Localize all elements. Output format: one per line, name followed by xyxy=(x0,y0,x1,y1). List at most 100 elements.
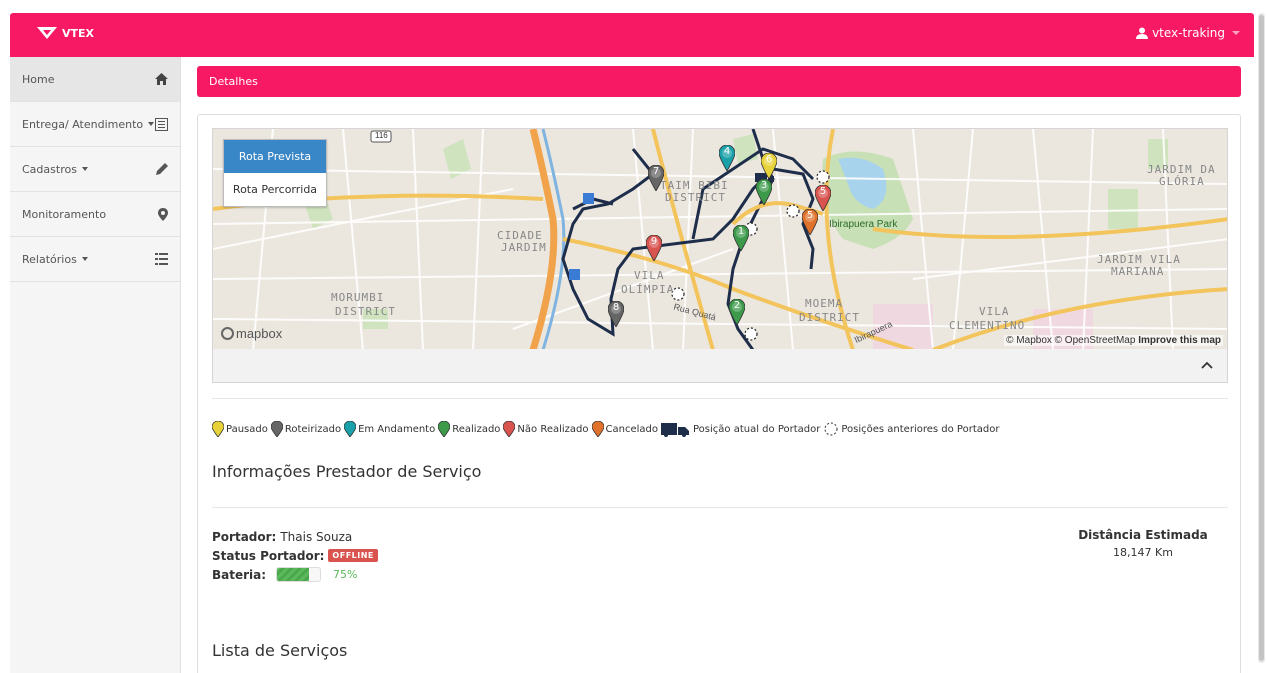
map-label: VILA xyxy=(634,269,665,282)
marker-number: 9 xyxy=(650,236,658,247)
status-row: Status Portador: OFFLINE xyxy=(212,546,378,565)
chevron-down-icon xyxy=(148,122,155,126)
carrier-label: Portador: xyxy=(212,529,277,544)
marker-number: 7 xyxy=(652,166,660,177)
battery-row: Bateria: 75% xyxy=(212,565,378,584)
map-label: Ibirapuera Park xyxy=(829,219,898,230)
chevron-up-icon[interactable] xyxy=(1201,361,1213,369)
page-scrollbar[interactable] xyxy=(1258,13,1265,663)
map-label: MORUMBI xyxy=(331,291,385,304)
mapbox-logo[interactable]: mapbox xyxy=(221,326,282,341)
route-toggle: Rota Prevista Rota Percorrida xyxy=(223,139,327,207)
list-icon xyxy=(155,253,168,265)
legend-item: Roteirizado xyxy=(270,421,342,437)
scrollbar-thumb[interactable] xyxy=(1259,15,1264,661)
battery-label: Bateria: xyxy=(212,567,267,582)
pin-icon xyxy=(438,421,451,437)
user-menu[interactable]: vtex-traking xyxy=(1136,26,1240,40)
map-label: VILA xyxy=(979,305,1010,318)
sidebar-item-label: Home xyxy=(22,72,55,86)
map-marker-5[interactable]: 5 xyxy=(814,184,832,212)
attribution-text: © Mapbox © OpenStreetMap xyxy=(1006,335,1136,346)
legend-item: Posições anteriores do Portador xyxy=(823,421,999,437)
battery-percent: 75% xyxy=(333,568,358,581)
rota-percorrida-button[interactable]: Rota Percorrida xyxy=(224,173,326,206)
status-label: Status Portador: xyxy=(212,548,325,563)
divider xyxy=(212,507,1228,508)
legend-label: Realizado xyxy=(452,423,501,435)
sidebar-item-monitoramento[interactable]: Monitoramento xyxy=(10,192,180,237)
map-marker-8[interactable]: 8 xyxy=(607,300,625,328)
brand-logo[interactable]: VTEX xyxy=(36,26,94,40)
map-label: MOEMA xyxy=(805,297,844,310)
map-label: JARDIM xyxy=(501,241,547,254)
chevron-down-icon xyxy=(1232,31,1240,35)
map-marker-5[interactable]: 5 xyxy=(801,208,819,236)
status-legend: Pausado Roteirizado Em Andamento Realiza… xyxy=(212,421,1002,437)
map-marker-1[interactable]: 1 xyxy=(732,224,750,252)
carrier-name: Thais Souza xyxy=(280,529,353,544)
mapbox-logo-text: mapbox xyxy=(236,326,283,341)
legend-item: Cancelado xyxy=(591,421,658,437)
legend-label: Não Realizado xyxy=(517,423,589,435)
pin-icon xyxy=(270,421,283,437)
map-marker-icon xyxy=(158,207,168,221)
sidebar-item-relatorios[interactable]: Relatórios xyxy=(10,237,180,282)
legend-item: Posição atual do Portador xyxy=(661,421,820,437)
home-icon xyxy=(155,73,168,85)
provider-section-title: Informações Prestador de Serviço xyxy=(212,462,482,481)
user-icon xyxy=(1136,27,1149,39)
map-marker-6[interactable]: 6 xyxy=(760,152,778,180)
chevron-down-icon xyxy=(81,167,88,171)
dashed-circle-icon xyxy=(824,422,838,436)
panel-heading: Detalhes xyxy=(197,66,1241,97)
legend-label: Roteirizado xyxy=(284,423,342,435)
pin-icon xyxy=(591,421,604,437)
battery-bar xyxy=(276,567,322,582)
sidebar-item-cadastros[interactable]: Cadastros xyxy=(10,147,180,192)
map-marker-4[interactable]: 4 xyxy=(718,144,736,172)
marker-number: 6 xyxy=(765,154,773,165)
route-map[interactable]: JARDIM DA GLÓRIA TAIM BIBI DISTRICT CIDA… xyxy=(212,128,1228,349)
sidebar-item-label: Monitoramento xyxy=(22,207,107,221)
map-footer xyxy=(212,349,1228,383)
legend-item: Em Andamento xyxy=(344,421,435,437)
pin-icon xyxy=(344,421,357,437)
status-badge: OFFLINE xyxy=(328,549,378,562)
map-marker-7[interactable]: 7 xyxy=(647,164,665,192)
sidebar-item-entrega-atendimento[interactable]: Entrega/ Atendimento xyxy=(10,102,180,147)
map-label: DISTRICT xyxy=(799,311,860,324)
sidebar-item-label: Entrega/ Atendimento xyxy=(22,117,144,131)
map-marker-3[interactable]: 3 xyxy=(755,178,773,206)
legend-label: Cancelado xyxy=(605,423,658,435)
sidebar-item-label: Cadastros xyxy=(22,162,77,176)
carrier-row: Portador: Thais Souza xyxy=(212,527,378,546)
main-content: Detalhes JARDIM DA GLÓRIA TAIM BIBI DIST… xyxy=(181,57,1254,673)
marker-number: 1 xyxy=(737,226,745,237)
pin-icon xyxy=(503,421,516,437)
map-label: GLÓRIA xyxy=(1159,175,1205,188)
legend-label: Em Andamento xyxy=(358,423,436,435)
rota-prevista-button[interactable]: Rota Prevista xyxy=(224,140,326,173)
marker-number: 8 xyxy=(612,302,620,313)
marker-number: 5 xyxy=(806,210,814,221)
legend-item: Realizado xyxy=(438,421,500,437)
pencil-icon xyxy=(156,163,168,175)
brand-name: VTEX xyxy=(62,26,95,40)
improve-map-link[interactable]: Improve this map xyxy=(1138,335,1221,346)
map-marker-9[interactable]: 9 xyxy=(645,234,663,262)
truck-icon xyxy=(661,423,689,437)
legend-label: Pausado xyxy=(226,423,268,435)
marker-number: 3 xyxy=(760,180,768,191)
services-section-title: Lista de Serviços xyxy=(212,641,348,660)
map-label: DISTRICT xyxy=(665,191,726,204)
marker-number: 5 xyxy=(819,186,827,197)
details-panel: JARDIM DA GLÓRIA TAIM BIBI DISTRICT CIDA… xyxy=(197,114,1241,673)
provider-info: Portador: Thais Souza Status Portador: O… xyxy=(212,527,378,584)
divider xyxy=(212,398,1228,399)
panel-title: Detalhes xyxy=(209,75,258,88)
map-marker-2[interactable]: 2 xyxy=(728,298,746,326)
map-attribution[interactable]: © Mapbox © OpenStreetMap Improve this ma… xyxy=(1004,335,1223,346)
marker-number: 2 xyxy=(733,300,741,311)
sidebar-item-home[interactable]: Home xyxy=(10,57,180,102)
